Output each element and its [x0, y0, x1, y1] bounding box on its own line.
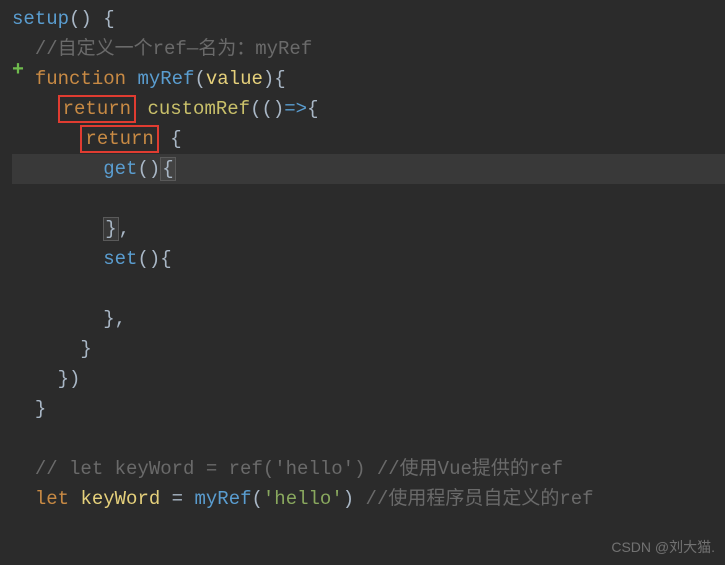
keyword-return: return: [85, 128, 153, 150]
identifier: setup: [12, 8, 69, 30]
code-line: }): [12, 364, 725, 394]
comment: //使用程序员自定义的ref: [366, 488, 594, 510]
code-line: }: [12, 334, 725, 364]
code-line: setup() {: [12, 4, 725, 34]
code-line: //自定义一个ref—名为：myRef: [12, 34, 725, 64]
code-line: set(){: [12, 244, 725, 274]
variable: keyWord: [80, 488, 160, 510]
watermark: CSDN @刘大猫.: [611, 532, 715, 562]
code-line: [12, 184, 725, 214]
code-line: return customRef(()=>{: [12, 94, 725, 124]
code-line: },: [12, 214, 725, 244]
function-call: myRef: [194, 488, 251, 510]
highlight-box: return: [58, 95, 136, 123]
bracket-match: {: [160, 157, 175, 181]
keyword-let: let: [35, 488, 69, 510]
code-line: [12, 274, 725, 304]
method-name: set: [103, 248, 137, 270]
comment: // let keyWord = ref('hello') //使用Vue提供的…: [35, 458, 563, 480]
code-line: let keyWord = myRef('hello') //使用程序员自定义的…: [12, 484, 725, 514]
code-line: [12, 424, 725, 454]
comment: //自定义一个ref—名为：myRef: [35, 38, 312, 60]
highlight-box: return: [80, 125, 158, 153]
bracket-match: }: [103, 217, 118, 241]
keyword-return: return: [63, 98, 131, 120]
method-name: get: [103, 158, 137, 180]
code-line: },: [12, 304, 725, 334]
code-line: function myRef(value){: [12, 64, 725, 94]
function-call: customRef: [147, 98, 250, 120]
function-name: myRef: [137, 68, 194, 90]
string-literal: 'hello': [263, 488, 343, 510]
code-editor[interactable]: + setup() { //自定义一个ref—名为：myRef function…: [0, 0, 725, 514]
code-line: return {: [12, 124, 725, 154]
keyword-function: function: [35, 68, 126, 90]
code-line: // let keyWord = ref('hello') //使用Vue提供的…: [12, 454, 725, 484]
code-line-current: get(){: [12, 154, 725, 184]
code-line: }: [12, 394, 725, 424]
parameter: value: [206, 68, 263, 90]
